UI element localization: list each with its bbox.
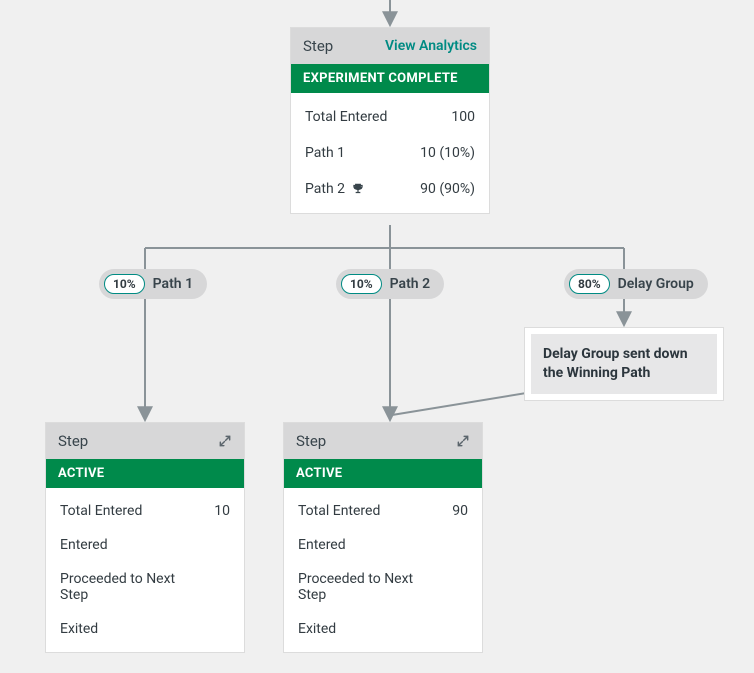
- path2-label-text: Path 2: [305, 181, 345, 197]
- expand-icon[interactable]: [218, 434, 232, 448]
- stat-label: Entered: [298, 537, 346, 553]
- stat-row-total: Total Entered 10: [46, 494, 244, 528]
- card-title: Step: [296, 432, 326, 450]
- stat-row-path2: Path 2 90 (90%): [291, 171, 489, 207]
- stat-row-exited: Exited: [46, 612, 244, 646]
- card-header: Step: [46, 423, 244, 459]
- status-bar: ACTIVE: [284, 459, 482, 488]
- stat-row-entered: Entered: [46, 528, 244, 562]
- stat-label: Proceeded to Next Step: [298, 571, 418, 603]
- stat-label: Path 2: [305, 181, 365, 197]
- card-body: Total Entered 90 Entered Proceeded to Ne…: [284, 488, 482, 652]
- delay-group-note: Delay Group sent down the Winning Path: [524, 327, 724, 401]
- card-title: Step: [303, 37, 333, 55]
- path-pill-path2: 10% Path 2: [336, 269, 444, 299]
- view-analytics-link[interactable]: View Analytics: [385, 38, 477, 54]
- pill-percent: 10%: [341, 274, 382, 294]
- stat-row-proceeded: Proceeded to Next Step: [46, 562, 244, 612]
- note-text: Delay Group sent down the Winning Path: [531, 334, 717, 394]
- trophy-icon: [351, 182, 365, 196]
- stat-value: 100: [451, 109, 475, 125]
- stat-label: Total Entered: [298, 503, 380, 519]
- stat-label: Exited: [60, 621, 98, 637]
- stat-row-total: Total Entered 100: [291, 99, 489, 135]
- card-header: Step View Analytics: [291, 28, 489, 64]
- path-pill-path1: 10% Path 1: [99, 269, 207, 299]
- stat-row-entered: Entered: [284, 528, 482, 562]
- pill-percent: 80%: [569, 274, 610, 294]
- stat-value: 90 (90%): [420, 181, 475, 197]
- card-header: Step: [284, 423, 482, 459]
- status-bar: EXPERIMENT COMPLETE: [291, 64, 489, 93]
- pill-label: Path 1: [153, 276, 193, 292]
- stat-label: Exited: [298, 621, 336, 637]
- stat-row-total: Total Entered 90: [284, 494, 482, 528]
- card-body: Total Entered 10 Entered Proceeded to Ne…: [46, 488, 244, 652]
- path1-step-card: Step ACTIVE Total Entered 10 Entered Pro…: [45, 422, 245, 653]
- card-body: Total Entered 100 Path 1 10 (10%) Path 2…: [291, 93, 489, 213]
- stat-value: 90: [452, 503, 468, 519]
- status-bar: ACTIVE: [46, 459, 244, 488]
- stat-label: Total Entered: [60, 503, 142, 519]
- pill-label: Path 2: [390, 276, 430, 292]
- stat-value: 10 (10%): [420, 145, 475, 161]
- path2-step-card: Step ACTIVE Total Entered 90 Entered Pro…: [283, 422, 483, 653]
- experiment-step-card: Step View Analytics EXPERIMENT COMPLETE …: [290, 27, 490, 214]
- stat-row-exited: Exited: [284, 612, 482, 646]
- expand-icon[interactable]: [456, 434, 470, 448]
- card-title: Step: [58, 432, 88, 450]
- stat-label: Path 1: [305, 145, 345, 161]
- stat-label: Proceeded to Next Step: [60, 571, 180, 603]
- pill-percent: 10%: [104, 274, 145, 294]
- stat-label: Total Entered: [305, 109, 387, 125]
- path-pill-delay: 80% Delay Group: [564, 269, 708, 299]
- pill-label: Delay Group: [618, 276, 694, 292]
- stat-value: 10: [214, 503, 230, 519]
- stat-row-path1: Path 1 10 (10%): [291, 135, 489, 171]
- stat-label: Entered: [60, 537, 108, 553]
- stat-row-proceeded: Proceeded to Next Step: [284, 562, 482, 612]
